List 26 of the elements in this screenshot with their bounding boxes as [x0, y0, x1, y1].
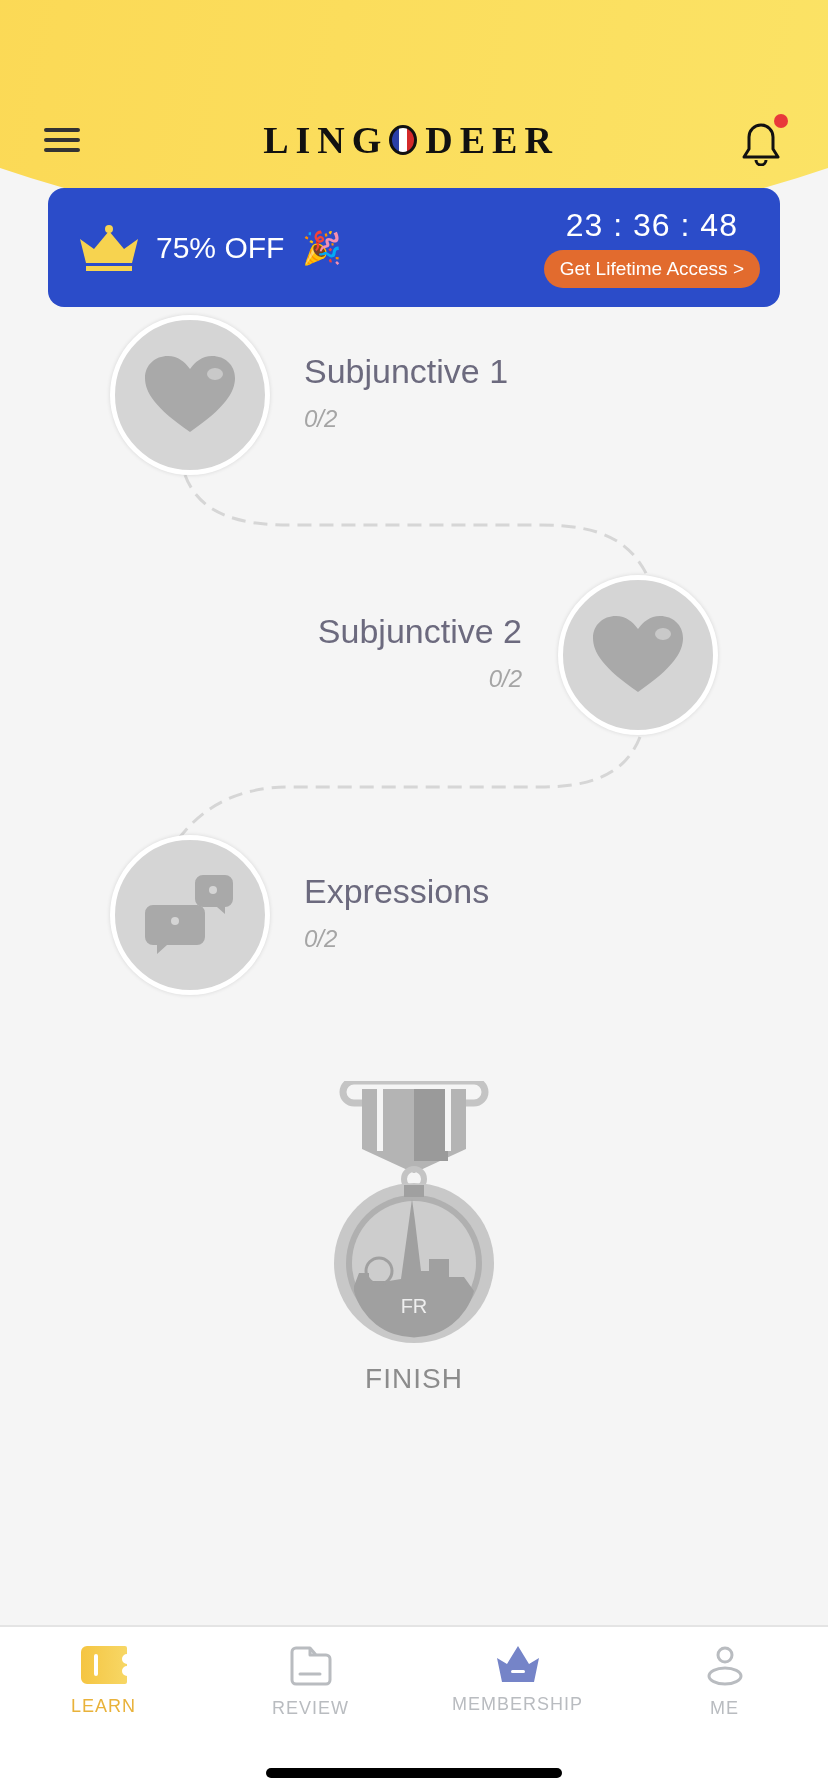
- flag-circle-icon: [388, 124, 419, 156]
- lesson-title: Subjunctive 1: [304, 352, 509, 391]
- tab[interactable]: REVIEW: [207, 1645, 414, 1792]
- tab[interactable]: ME: [621, 1645, 828, 1792]
- promo-banner[interactable]: 75% OFF 🎉 23 : 36 : 48 Get Lifetime Access >: [48, 188, 780, 307]
- notification-button[interactable]: [742, 114, 788, 166]
- heart-icon: [145, 356, 235, 434]
- ticket-icon: [80, 1646, 127, 1684]
- menu-button[interactable]: [44, 127, 80, 153]
- tab[interactable]: MEMBERSHIP: [414, 1645, 621, 1792]
- lifetime-access-button[interactable]: Get Lifetime Access >: [543, 250, 760, 288]
- chat-bubbles-icon: [145, 875, 235, 955]
- lesson-title: Expressions: [304, 872, 490, 911]
- crown-icon: [80, 224, 138, 271]
- lesson-title: Subjunctive 2: [317, 612, 522, 651]
- person-icon: [705, 1646, 744, 1686]
- countdown-timer: 23 : 36 : 48: [565, 207, 738, 244]
- logo-text: LING: [263, 118, 389, 162]
- tab[interactable]: LEARN: [0, 1645, 207, 1792]
- crown-icon: [496, 1646, 539, 1682]
- heart-icon: [593, 616, 683, 694]
- logo-text: DEER: [425, 118, 559, 162]
- party-popper-emoji: 🎉: [302, 228, 343, 267]
- finish-label: FINISH: [365, 1363, 463, 1395]
- discount-text: 75% OFF: [156, 230, 285, 265]
- folder-icon: [289, 1646, 332, 1686]
